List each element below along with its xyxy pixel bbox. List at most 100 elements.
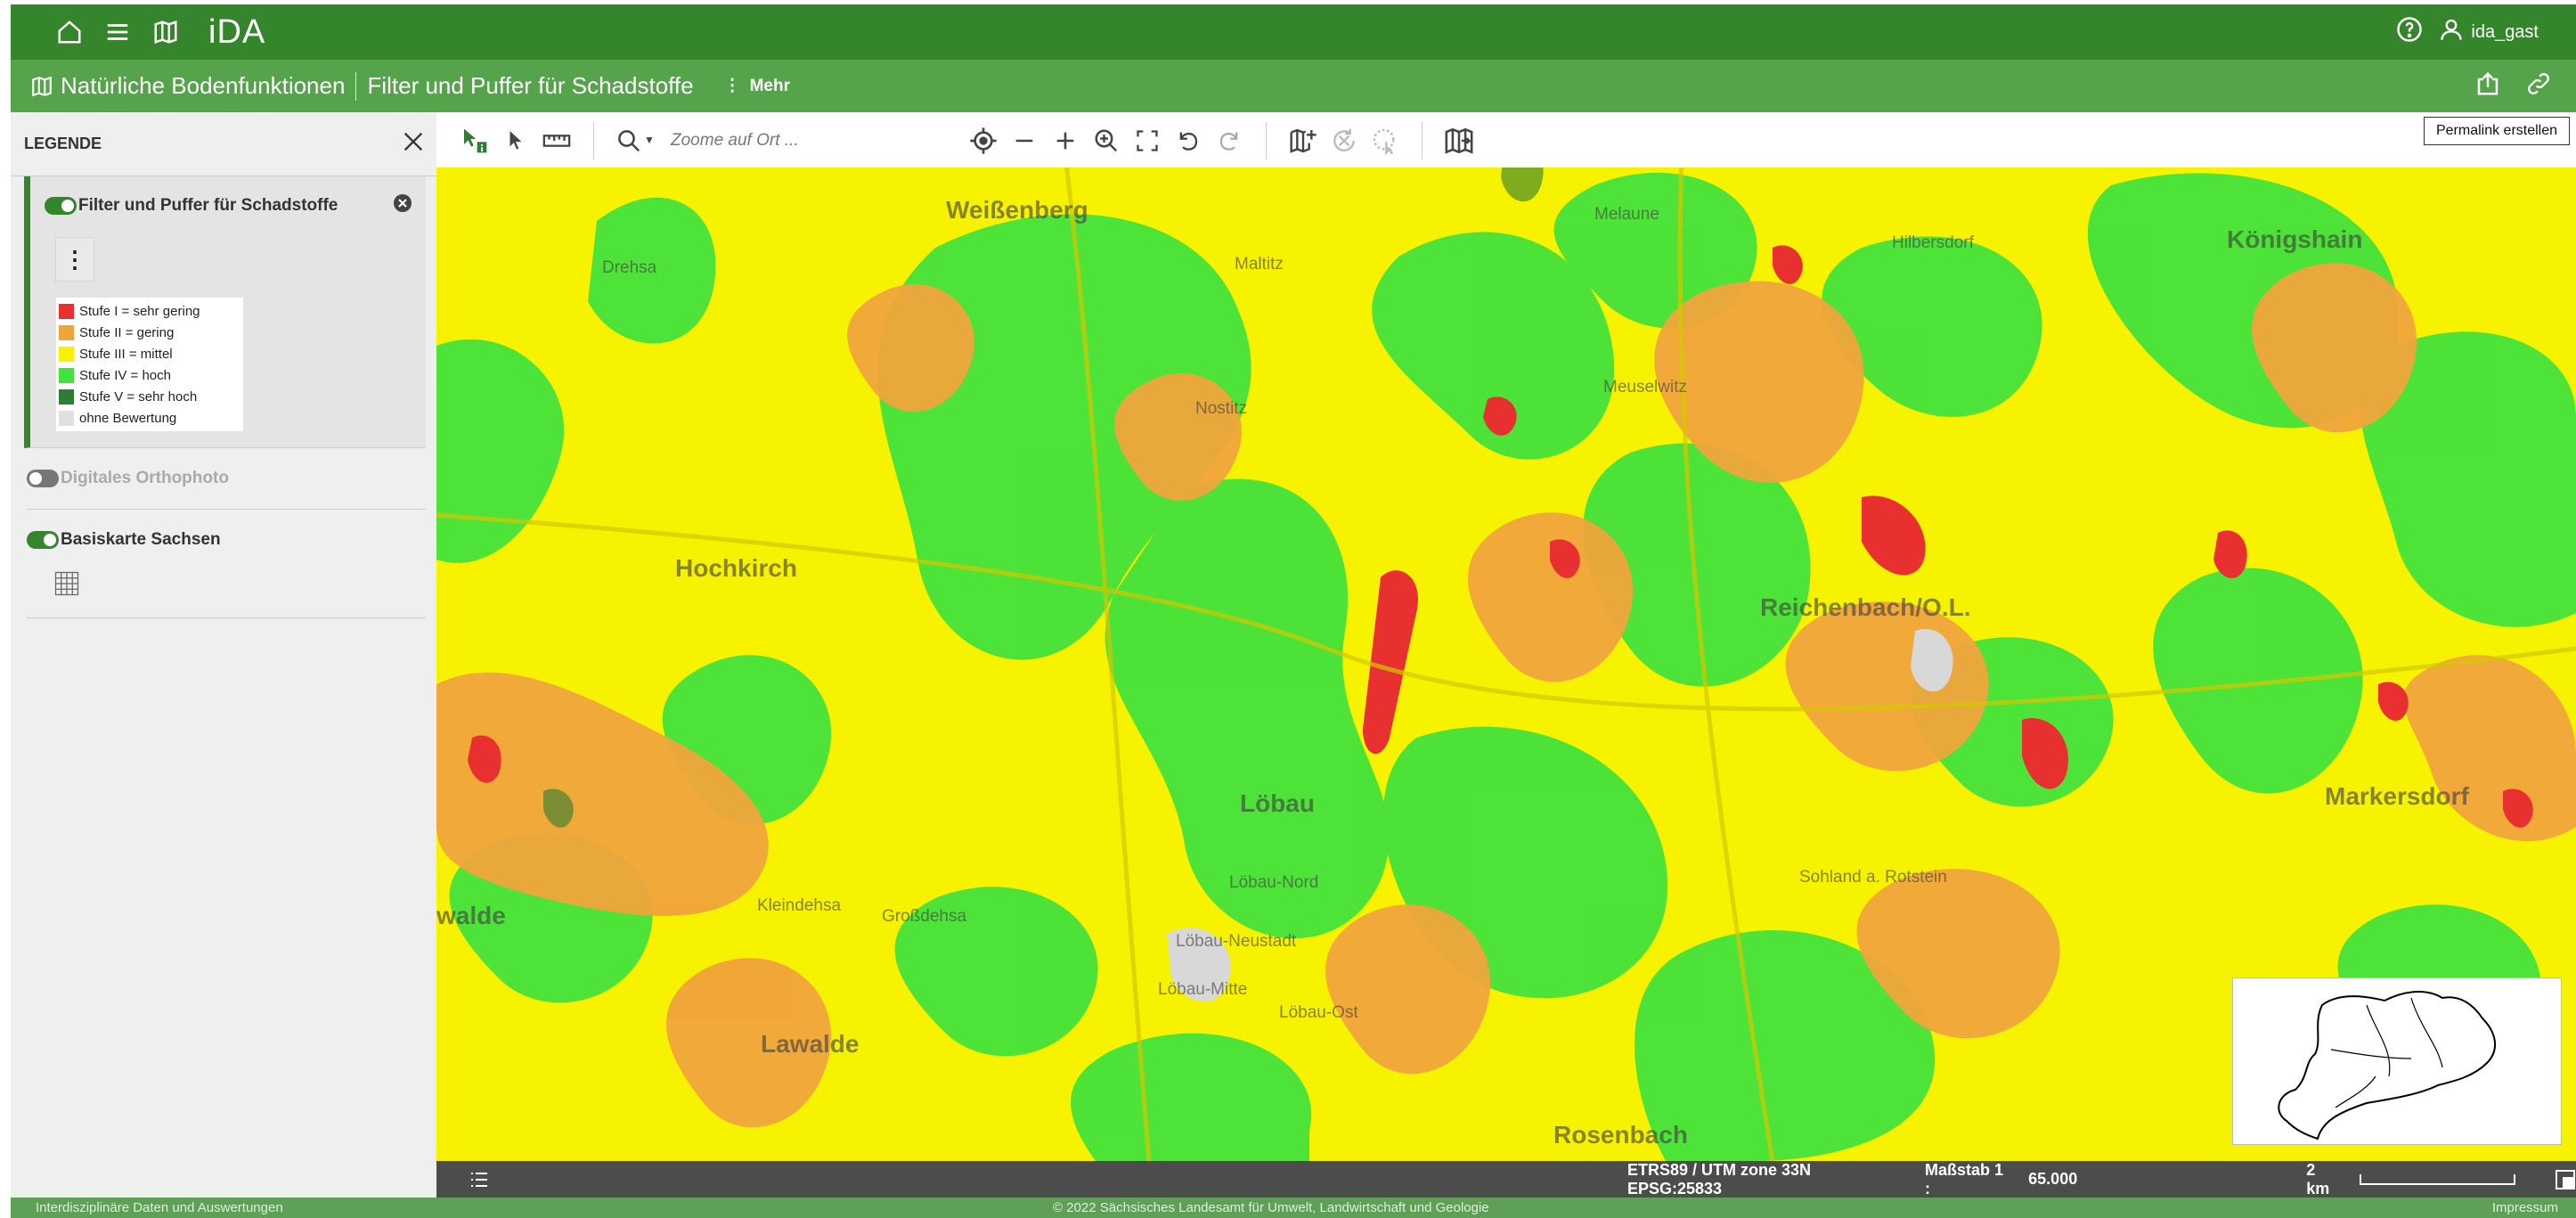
scale-label: Maßstab 1 :: [1924, 1160, 2004, 1198]
overview-map[interactable]: [2232, 977, 2562, 1145]
search-placeholder: Zoome auf Ort ...: [671, 131, 799, 150]
list-icon[interactable]: [469, 1169, 490, 1190]
layer-toggle[interactable]: [27, 470, 59, 487]
close-icon[interactable]: [401, 129, 426, 159]
measure-ruler-icon[interactable]: [536, 120, 577, 161]
app-name[interactable]: iDA: [208, 13, 265, 52]
menu-icon[interactable]: [98, 12, 137, 52]
legend-entry: ohne Bewertung: [56, 407, 243, 429]
crs-label[interactable]: ETRS89 / UTM zone 33N EPSG:25833: [1627, 1161, 1902, 1198]
place-label: Meuselwitz: [1603, 378, 1687, 396]
place-label: Großdehsa: [882, 907, 967, 926]
layer-toggle[interactable]: [27, 531, 59, 549]
legend-label: Stufe III = mittel: [79, 346, 173, 362]
place-label: Hochkirch: [675, 554, 797, 582]
place-label: Melaune: [1594, 205, 1659, 224]
saxony-outline-icon: [2278, 991, 2496, 1140]
user-name[interactable]: ida_gast: [2471, 22, 2539, 43]
legend-entry: Stufe III = mittel: [56, 343, 243, 364]
separator: [593, 122, 594, 159]
zoom-to-icon[interactable]: [1086, 120, 1127, 161]
locate-icon[interactable]: [963, 120, 1004, 161]
search-icon[interactable]: [615, 127, 642, 159]
legend-label: Stufe I = sehr gering: [79, 303, 200, 319]
map-icon[interactable]: [146, 12, 185, 52]
permalink-icon[interactable]: [2526, 71, 2551, 101]
separator: [355, 71, 357, 101]
rotate-icon[interactable]: [1324, 120, 1365, 161]
home-icon[interactable]: [50, 12, 89, 52]
more-button[interactable]: ⋮ Mehr: [724, 76, 790, 96]
add-map-icon[interactable]: [1283, 120, 1324, 161]
impressum-link[interactable]: Impressum: [2492, 1200, 2558, 1215]
legend-title: LEGENDE: [24, 135, 102, 152]
place-label: Markersdorf: [2325, 782, 2469, 810]
layer-item-orthophoto: Digitales Orthophoto: [27, 448, 426, 510]
place-label: Maltitz: [1235, 255, 1284, 274]
place-label: Löbau: [1240, 789, 1315, 817]
zoom-out-icon[interactable]: [1004, 120, 1045, 161]
layer-toggle[interactable]: [45, 197, 77, 215]
legend-label: ohne Bewertung: [79, 410, 177, 426]
select-arrow-icon[interactable]: [495, 120, 536, 161]
legend-swatch: [59, 303, 74, 319]
place-label: Königshain: [2227, 225, 2363, 253]
legend-table: Stufe I = sehr gering Stufe II = gering …: [56, 298, 243, 431]
place-label: Reichenbach/O.L.: [1760, 593, 1971, 621]
place-label: Löbau-Mitte: [1158, 980, 1248, 999]
separator: [1422, 122, 1423, 159]
chevron-down-icon[interactable]: ▼: [644, 134, 655, 146]
legend-swatch: [59, 367, 74, 383]
map-compare-icon[interactable]: [1439, 120, 1480, 161]
layer-item-filter-puffer: Filter und Puffer für Schadstoffe ⋮ Stuf…: [24, 176, 426, 448]
place-label: Kleindehsa: [757, 896, 842, 915]
legend-entry: Stufe IV = hoch: [56, 364, 243, 386]
separator: [1266, 122, 1267, 159]
legend-swatch: [59, 410, 74, 426]
info-select-icon[interactable]: [454, 120, 495, 161]
scale-value[interactable]: 65.000: [2028, 1170, 2077, 1189]
kebab-icon: ⋮: [723, 77, 741, 95]
place-label: Drehsa: [602, 258, 657, 277]
share-icon[interactable]: [2474, 70, 2501, 102]
footer: Interdisziplinäre Daten und Auswertungen…: [11, 1198, 2576, 1218]
help-icon[interactable]: [2396, 16, 2423, 48]
legend-entry: Stufe I = sehr gering: [56, 300, 243, 322]
layer-title[interactable]: Filter und Puffer für Schadstoffe: [367, 72, 693, 100]
legend-header: LEGENDE: [11, 112, 436, 176]
legend-swatch: [59, 324, 74, 340]
map-status-bar: ETRS89 / UTM zone 33N EPSG:25833 Maßstab…: [436, 1161, 2576, 1198]
kebab-icon: ⋮: [63, 245, 86, 273]
top-bar: iDA ida_gast: [11, 4, 2576, 60]
layer-options-button[interactable]: ⋮: [55, 237, 94, 282]
redo-icon[interactable]: [1209, 120, 1250, 161]
layer-item-basiskarte: Basiskarte Sachsen: [27, 510, 426, 618]
scalebar-label: 2 km: [2306, 1160, 2330, 1198]
legend-label: Stufe V = sehr hoch: [79, 388, 198, 405]
legend-panel: LEGENDE Filter und Puffer für Schadstoff…: [11, 112, 436, 1198]
zoom-in-icon[interactable]: [1045, 120, 1086, 161]
layer-name[interactable]: Filter und Puffer für Schadstoffe: [78, 196, 338, 216]
rotate-select-icon[interactable]: [1365, 120, 1406, 161]
legend-entry: Stufe II = gering: [56, 322, 243, 343]
place-label: Hilbersdorf: [1892, 233, 1974, 252]
legend-entry: Stufe V = sehr hoch: [56, 386, 243, 407]
place-label: Rosenbach: [1553, 1121, 1688, 1149]
theme-title[interactable]: Natürliche Bodenfunktionen: [61, 72, 345, 100]
map-icon: [30, 75, 53, 98]
overview-toggle-icon[interactable]: [2555, 1169, 2576, 1190]
layer-name[interactable]: Basiskarte Sachsen: [61, 530, 221, 550]
undo-icon[interactable]: [1168, 120, 1209, 161]
place-label: walde: [436, 902, 506, 929]
fullscreen-icon[interactable]: [1127, 120, 1168, 161]
place-label: Weißenberg: [946, 196, 1088, 224]
scalebar: [2360, 1173, 2515, 1185]
layer-name[interactable]: Digitales Orthophoto: [61, 469, 229, 488]
place-label: Löbau-Nord: [1229, 873, 1319, 892]
remove-layer-icon[interactable]: [392, 192, 413, 219]
place-label: Nostitz: [1195, 399, 1248, 418]
user-icon[interactable]: [2439, 16, 2464, 48]
legend-swatch: [59, 388, 74, 405]
search-input[interactable]: ▼ Zoome auf Ort ...: [610, 121, 958, 160]
grid-icon: [53, 571, 80, 601]
